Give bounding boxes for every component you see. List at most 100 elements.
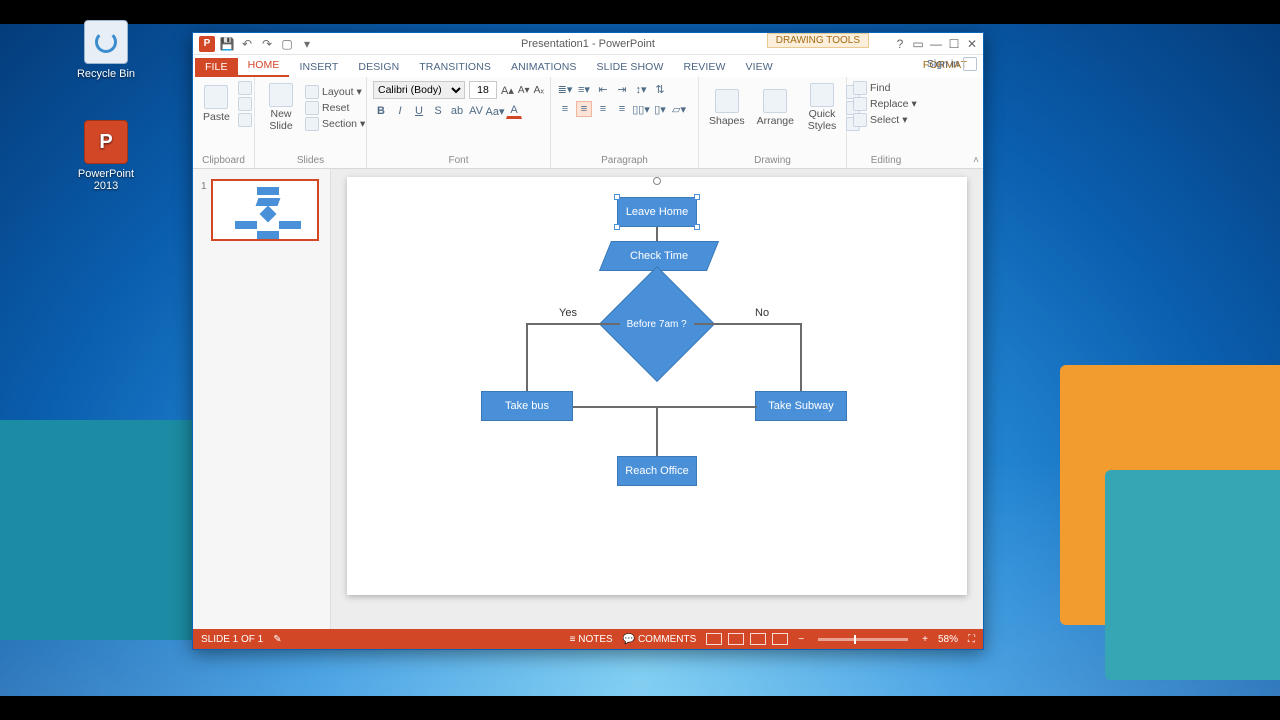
recycle-bin-icon [84,20,128,64]
change-case-button[interactable]: Aa▾ [487,103,503,119]
reset-button[interactable]: Reset [305,101,365,115]
ribbon-display-icon[interactable]: ▭ [909,35,927,53]
tab-review[interactable]: REVIEW [673,58,735,77]
text-direction-button[interactable]: ⇅ [652,81,668,97]
view-sorter-icon[interactable] [728,633,744,645]
spellcheck-icon[interactable]: ✎ [273,634,281,645]
selection-handle[interactable] [694,224,700,230]
numbering-button[interactable]: ≡▾ [576,81,592,97]
line-spacing-button[interactable]: ↕▾ [633,81,649,97]
zoom-level[interactable]: 58% [938,634,958,645]
justify-button[interactable]: ≡ [614,101,630,117]
comments-button[interactable]: 💬 COMMENTS [623,634,697,645]
view-normal-icon[interactable] [706,633,722,645]
tab-slideshow[interactable]: SLIDE SHOW [587,58,674,77]
tab-insert[interactable]: INSERT [289,58,348,77]
font-color-button[interactable]: A [506,103,522,119]
flowchart-process-reach-office[interactable]: Reach Office [617,456,697,486]
copy-button[interactable] [238,97,252,111]
tab-file[interactable]: FILE [195,58,238,77]
undo-icon[interactable]: ↶ [239,36,255,52]
align-center-button[interactable]: ≡ [576,101,592,117]
zoom-in-button[interactable]: + [922,634,928,645]
flowchart-data-check-time[interactable]: Check Time [599,241,719,271]
char-spacing-button[interactable]: AV [468,103,484,119]
tab-home[interactable]: HOME [238,56,290,77]
view-reading-icon[interactable] [750,633,766,645]
save-icon[interactable]: 💾 [219,36,235,52]
powerpoint-icon [84,120,128,164]
selection-handle[interactable] [694,194,700,200]
shadow-button[interactable]: ab [449,103,465,119]
rotate-handle-icon[interactable] [653,177,661,185]
flowchart-process-take-subway[interactable]: Take Subway [755,391,847,421]
zoom-slider[interactable] [818,638,908,641]
quick-styles-icon [810,83,834,107]
start-slideshow-icon[interactable]: ▢ [279,36,295,52]
decrease-indent-button[interactable]: ⇤ [595,81,611,97]
desktop-icon-powerpoint[interactable]: PowerPoint 2013 [66,120,146,192]
reset-icon [305,101,319,115]
maximize-icon[interactable]: ☐ [945,35,963,53]
find-icon [853,81,867,95]
font-size-input[interactable] [469,81,497,99]
connector [694,323,802,325]
smartart-button[interactable]: ▱▾ [671,101,687,117]
align-text-button[interactable]: ▯▾ [652,101,668,117]
align-right-button[interactable]: ≡ [595,101,611,117]
selection-handle[interactable] [614,194,620,200]
close-icon[interactable]: ✕ [963,35,981,53]
replace-button[interactable]: Replace ▾ [853,97,919,111]
find-button[interactable]: Find [853,81,919,95]
desktop-icon-label: PowerPoint 2013 [66,168,146,192]
align-left-button[interactable]: ≡ [557,101,573,117]
cut-button[interactable] [238,81,252,95]
connector [526,323,620,325]
new-slide-button[interactable]: New Slide [261,81,301,134]
select-icon [853,113,867,127]
qat-customize-icon[interactable]: ▾ [299,36,315,52]
sign-in-link[interactable]: Sign in [927,57,977,71]
italic-button[interactable]: I [392,103,408,119]
tab-animations[interactable]: ANIMATIONS [501,58,587,77]
format-painter-button[interactable] [238,113,252,127]
tab-transitions[interactable]: TRANSITIONS [409,58,501,77]
decrease-font-icon[interactable]: A▾ [518,85,530,96]
flowchart-process-leave-home[interactable]: Leave Home [617,197,697,227]
shapes-button[interactable]: Shapes [705,87,749,129]
clear-formatting-icon[interactable]: Aₓ [534,84,544,96]
increase-font-icon[interactable]: A▴ [501,84,514,97]
zoom-out-button[interactable]: − [798,634,804,645]
paste-button[interactable]: Paste [199,83,234,125]
tab-view[interactable]: VIEW [736,58,783,77]
help-icon[interactable]: ? [891,35,909,53]
slide-thumbnail-panel[interactable]: 1 [193,169,331,629]
view-slideshow-icon[interactable] [772,633,788,645]
redo-icon[interactable]: ↷ [259,36,275,52]
minimize-icon[interactable]: — [927,35,945,53]
layout-button[interactable]: Layout ▾ [305,85,365,99]
fit-to-window-icon[interactable]: ⛶ [968,634,975,645]
group-label: Editing [853,153,919,166]
columns-button[interactable]: ▯▯▾ [633,101,649,117]
bullets-button[interactable]: ≣▾ [557,81,573,97]
letterbox-bottom [0,696,1280,720]
select-button[interactable]: Select ▾ [853,113,919,127]
underline-button[interactable]: U [411,103,427,119]
connector [800,323,802,391]
font-name-select[interactable]: Calibri (Body) [373,81,465,99]
slide-thumbnail[interactable]: 1 [201,179,322,241]
quick-styles-button[interactable]: Quick Styles [802,81,842,134]
desktop-icon-recycle-bin[interactable]: Recycle Bin [66,20,146,80]
selection-handle[interactable] [614,224,620,230]
tab-design[interactable]: DESIGN [348,58,409,77]
arrange-button[interactable]: Arrange [753,87,798,129]
notes-button[interactable]: ≡ NOTES [570,634,613,645]
section-button[interactable]: Section ▾ [305,117,365,131]
strikethrough-button[interactable]: S [430,103,446,119]
collapse-ribbon-icon[interactable]: ˄ [973,155,979,166]
flowchart-process-take-bus[interactable]: Take bus [481,391,573,421]
bold-button[interactable]: B [373,103,389,119]
increase-indent-button[interactable]: ⇥ [614,81,630,97]
slide-canvas-area[interactable]: Leave Home Check Time Before 7am ? Yes N… [331,169,983,629]
